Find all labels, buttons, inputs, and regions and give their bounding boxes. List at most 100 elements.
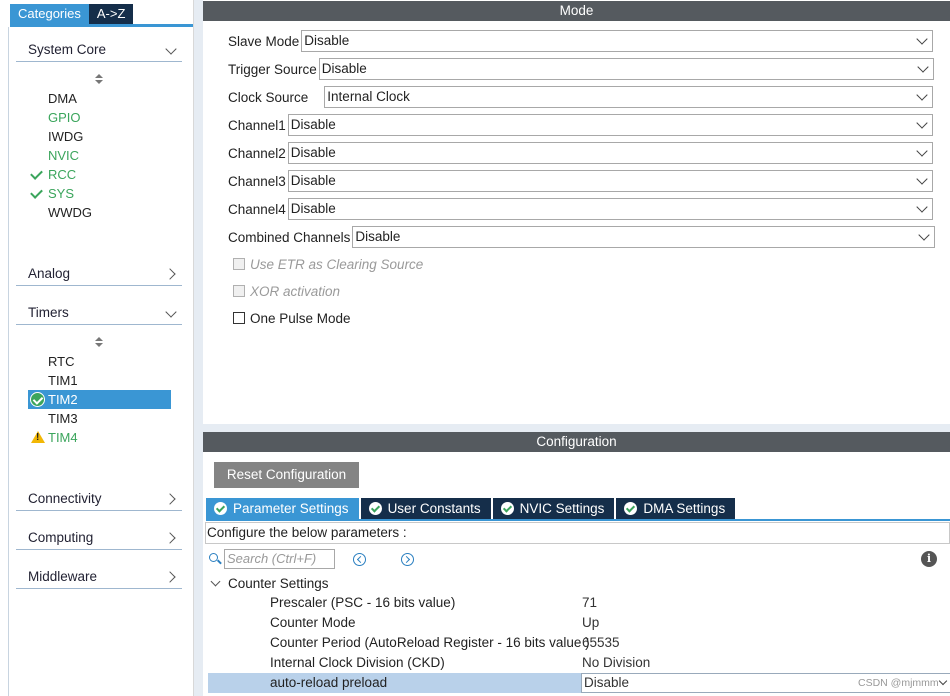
search-row: Search (Ctrl+F)	[208, 548, 414, 570]
checkbox-box	[233, 312, 245, 324]
chevron-down-icon	[916, 33, 928, 45]
chevron-down-icon	[916, 201, 928, 213]
search-icon	[208, 552, 222, 566]
sort-icon[interactable]	[94, 73, 104, 87]
etr-clearing-checkbox[interactable]: Use ETR as Clearing Source	[233, 255, 423, 273]
trigger-source-label: Trigger Source	[228, 61, 317, 77]
chevron-right-icon	[164, 531, 178, 545]
param-value[interactable]: No Division	[582, 653, 650, 673]
chevron-down-icon	[164, 306, 178, 320]
blank-icon	[28, 409, 48, 428]
param-name: Internal Clock Division (CKD)	[270, 655, 445, 670]
peripheral-wwdg[interactable]: WWDG	[28, 203, 171, 222]
peripheral-sys[interactable]: SYS	[28, 184, 171, 203]
chevron-down-icon	[916, 117, 928, 129]
checkbox-box	[233, 258, 245, 270]
peripheral-tim1[interactable]: TIM1	[28, 371, 171, 390]
category-computing[interactable]: Computing	[16, 526, 182, 550]
check-circle-icon	[624, 502, 638, 515]
checkmark-icon	[28, 184, 48, 203]
xor-activation-checkbox[interactable]: XOR activation	[233, 282, 340, 300]
peripheral-label: GPIO	[48, 110, 81, 125]
chevron-down-icon	[916, 145, 928, 157]
chevron-down-icon	[164, 43, 178, 57]
tab-parameter-settings[interactable]: Parameter Settings	[206, 498, 359, 519]
tab-dma-settings[interactable]: DMA Settings	[616, 498, 736, 519]
select-value: Disable	[584, 675, 630, 690]
category-system-core[interactable]: System Core	[16, 38, 182, 62]
channel3-select[interactable]: Disable	[287, 170, 933, 192]
config-tabs: Parameter Settings User Constants NVIC S…	[206, 498, 737, 519]
one-pulse-mode-checkbox[interactable]: One Pulse Mode	[233, 309, 351, 327]
peripheral-rcc[interactable]: RCC	[28, 165, 171, 184]
mode-header: Mode	[203, 1, 950, 21]
slave-mode-select[interactable]: Disable	[301, 30, 934, 52]
select-value: Disable	[355, 229, 401, 244]
peripheral-tim3[interactable]: TIM3	[28, 409, 171, 428]
configuration-panel: Configuration Reset Configuration Parame…	[203, 432, 950, 696]
peripheral-label: TIM1	[48, 373, 78, 388]
peripheral-tim2[interactable]: TIM2	[28, 390, 171, 409]
category-connectivity[interactable]: Connectivity	[16, 487, 182, 511]
param-row-counter-mode[interactable]: Counter Mode Up	[208, 613, 950, 633]
tab-nvic-settings[interactable]: NVIC Settings	[492, 498, 615, 519]
combined-channels-label: Combined Channels	[228, 229, 351, 245]
peripheral-nvic[interactable]: NVIC	[28, 146, 171, 165]
previous-match-icon[interactable]	[353, 552, 366, 566]
channel1-select[interactable]: Disable	[287, 114, 933, 136]
param-row-auto-reload-preload[interactable]: auto-reload preload Disable	[208, 673, 950, 693]
blank-icon	[28, 352, 48, 371]
param-value[interactable]: 65535	[582, 633, 620, 653]
channel2-select[interactable]: Disable	[287, 142, 933, 164]
peripheral-dma[interactable]: DMA	[28, 89, 171, 108]
peripheral-gpio[interactable]: GPIO	[28, 108, 171, 127]
check-circle-icon	[28, 390, 48, 409]
chevron-down-icon	[211, 578, 221, 588]
panel-splitter-horizontal[interactable]	[203, 424, 950, 432]
peripheral-label: DMA	[48, 91, 77, 106]
category-label: Analog	[28, 266, 71, 281]
counter-settings-group[interactable]: Counter Settings	[211, 574, 329, 592]
combined-channels-select[interactable]: Disable	[352, 226, 936, 248]
select-value: Internal Clock	[327, 89, 410, 104]
peripheral-label: RTC	[48, 354, 75, 369]
tab-a-to-z[interactable]: A->Z	[88, 4, 134, 24]
search-input[interactable]: Search (Ctrl+F)	[224, 549, 335, 569]
category-analog[interactable]: Analog	[16, 262, 182, 286]
info-icon[interactable]: i	[921, 551, 937, 567]
panel-splitter[interactable]	[194, 0, 203, 696]
peripheral-iwdg[interactable]: IWDG	[28, 127, 171, 146]
sort-icon[interactable]	[94, 336, 104, 350]
next-match-icon[interactable]	[401, 552, 414, 566]
peripheral-label: TIM3	[48, 411, 78, 426]
tab-user-constants[interactable]: User Constants	[360, 498, 491, 519]
param-name: auto-reload preload	[270, 675, 388, 690]
category-timers[interactable]: Timers	[16, 301, 182, 325]
param-row-counter-period[interactable]: Counter Period (AutoReload Register - 16…	[208, 633, 950, 653]
select-value: Disable	[290, 173, 336, 188]
param-name: Counter Mode	[270, 615, 356, 630]
trigger-source-select[interactable]: Disable	[318, 58, 934, 80]
channel4-select[interactable]: Disable	[287, 198, 933, 220]
clock-source-select[interactable]: Internal Clock	[324, 86, 934, 108]
peripheral-tim4[interactable]: TIM4	[28, 428, 171, 447]
channel4-row: Channel4 Disable	[228, 198, 933, 220]
peripheral-rtc[interactable]: RTC	[28, 352, 171, 371]
peripheral-label: NVIC	[48, 148, 80, 163]
blank-icon	[28, 127, 48, 146]
chevron-right-icon	[164, 267, 178, 281]
tab-label: Parameter Settings	[233, 501, 349, 516]
param-row-clock-division[interactable]: Internal Clock Division (CKD) No Divisio…	[208, 653, 950, 673]
checkbox-label: XOR activation	[250, 283, 341, 299]
peripheral-label: WWDG	[48, 205, 93, 220]
category-middleware[interactable]: Middleware	[16, 565, 182, 589]
param-value[interactable]: Up	[582, 613, 599, 633]
param-name: Counter Period (AutoReload Register - 16…	[270, 635, 590, 650]
view-tabs: Categories A->Z	[10, 4, 134, 24]
tab-categories[interactable]: Categories	[10, 4, 89, 24]
param-value[interactable]: 71	[582, 593, 597, 613]
param-row-prescaler[interactable]: Prescaler (PSC - 16 bits value) 71	[208, 593, 950, 613]
checkbox-box	[233, 285, 245, 297]
reset-configuration-button[interactable]: Reset Configuration	[214, 462, 359, 488]
chevron-down-icon	[917, 61, 929, 73]
